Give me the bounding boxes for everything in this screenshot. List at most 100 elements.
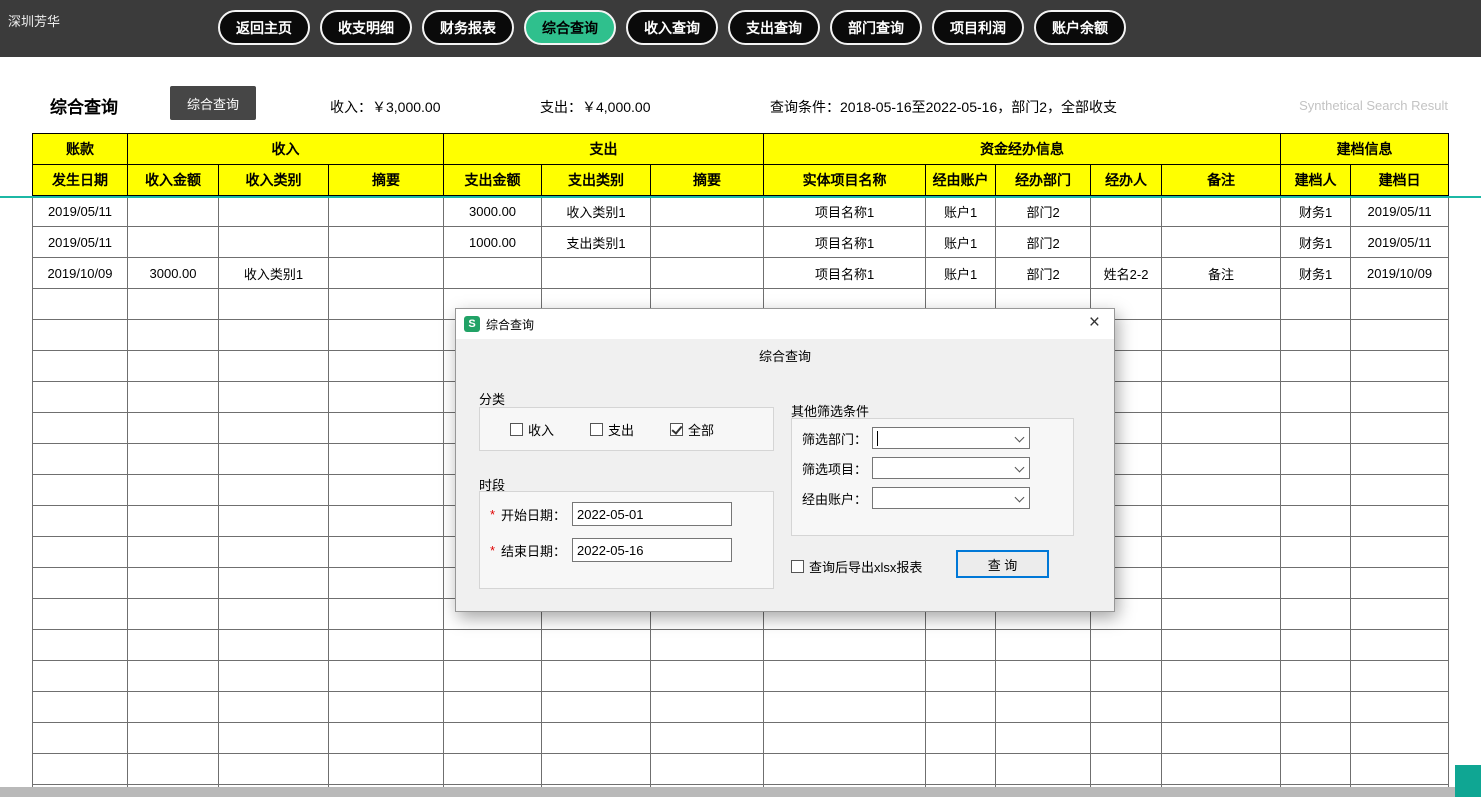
table-cell	[1280, 474, 1352, 506]
export-checkbox[interactable]: 查询后导出xlsx报表	[791, 557, 922, 576]
table-cell	[925, 753, 997, 785]
table-cell	[541, 722, 652, 754]
query-dialog: S 综合查询 × 综合查询 分类 收入支出全部 时段 *开始日期：*结束日期： …	[455, 308, 1115, 612]
table-cell	[995, 660, 1092, 692]
nav-expense-query[interactable]: 支出查询	[728, 10, 820, 45]
table-cell	[1350, 691, 1450, 723]
checkbox-icon	[590, 422, 604, 436]
table-cell	[1161, 350, 1282, 382]
filter-dept-combobox[interactable]	[872, 427, 1030, 449]
table-cell	[127, 412, 219, 444]
dialog-body: 综合查询 分类 收入支出全部 时段 *开始日期：*结束日期： 其他筛选条件 筛选…	[456, 339, 1114, 612]
close-icon[interactable]: ×	[1089, 312, 1100, 334]
table-cell	[127, 381, 219, 413]
table-cell	[443, 629, 543, 661]
spreadsheet-app-icon: S	[464, 316, 480, 332]
chevron-down-icon[interactable]	[1011, 489, 1028, 507]
table-cell	[327, 226, 445, 258]
table-row-empty[interactable]	[32, 753, 1450, 785]
info-bar: 综合查询 综合查询 收入：￥3,000.00 支出：￥4,000.00 查询条件…	[0, 57, 1481, 133]
table-cell	[218, 288, 329, 320]
table-cell: 部门2	[995, 257, 1092, 289]
table-row-empty[interactable]	[32, 660, 1450, 692]
column-header: 经由账户	[925, 164, 997, 196]
table-row[interactable]: 2019/05/11 3000.00 收入类别1 项目名称1 账户1 部门2 财务1 2019…	[32, 195, 1450, 227]
synthetic-query-button[interactable]: 综合查询	[170, 86, 256, 120]
column-header: 实体项目名称	[763, 164, 927, 196]
table-cell	[541, 629, 652, 661]
table-cell	[650, 722, 765, 754]
table-cell	[327, 350, 445, 382]
table-cell	[218, 474, 329, 506]
table-cell	[1090, 629, 1163, 661]
table-cell	[1161, 288, 1282, 320]
table-cell	[1350, 536, 1450, 568]
table-cell	[1350, 381, 1450, 413]
table-row[interactable]: 2019/10/09 3000.00 收入类别1 项目名称1 账户1 部门2 姓名2-2 备注…	[32, 257, 1450, 289]
required-asterisk: *	[490, 542, 496, 558]
table-cell	[127, 288, 219, 320]
table-cell	[541, 257, 652, 289]
bottom-scrollbar[interactable]	[0, 787, 1481, 797]
table-cell	[1350, 722, 1450, 754]
table-cell: 备注	[1161, 257, 1282, 289]
table-row-empty[interactable]	[32, 722, 1450, 754]
table-cell: 2019/05/11	[32, 195, 128, 227]
dialog-titlebar[interactable]: S 综合查询 ×	[456, 309, 1114, 339]
table-cell	[32, 350, 128, 382]
chevron-down-icon[interactable]	[1011, 459, 1028, 477]
table-cell	[127, 598, 219, 630]
table-row[interactable]: 2019/05/11 1000.00 支出类别1 项目名称1 账户1 部门2 财务1 2019…	[32, 226, 1450, 258]
table-cell: 3000.00	[443, 195, 543, 227]
table-row-empty[interactable]	[32, 629, 1450, 661]
table-cell: 项目名称1	[763, 257, 927, 289]
end-date-input[interactable]	[572, 538, 733, 562]
nav-finance-report[interactable]: 财务报表	[422, 10, 514, 45]
table-cell	[1161, 381, 1282, 413]
table-cell	[1090, 753, 1163, 785]
table-cell	[443, 257, 543, 289]
table-cell	[218, 412, 329, 444]
table-cell	[218, 350, 329, 382]
filter-project-combobox[interactable]	[872, 457, 1030, 479]
column-header: 支出金额	[443, 164, 543, 196]
table-cell	[1350, 660, 1450, 692]
chevron-down-icon[interactable]	[1011, 429, 1028, 447]
table-cell	[650, 660, 765, 692]
start-date-input[interactable]	[572, 502, 733, 526]
table-cell	[1280, 505, 1352, 537]
table-cell	[995, 722, 1092, 754]
nav-income-expense[interactable]: 收支明细	[320, 10, 412, 45]
query-submit-button[interactable]: 查 询	[956, 550, 1049, 578]
table-cell	[218, 443, 329, 475]
checkbox-income[interactable]: 收入	[510, 420, 554, 439]
export-checkbox-label: 查询后导出xlsx报表	[809, 560, 923, 575]
table-cell: 财务1	[1280, 195, 1352, 227]
table-cell	[650, 629, 765, 661]
table-row-empty[interactable]	[32, 691, 1450, 723]
nav-project-profit[interactable]: 项目利润	[932, 10, 1024, 45]
nav-home[interactable]: 返回主页	[218, 10, 310, 45]
checkbox-expense[interactable]: 支出	[590, 420, 634, 439]
table-cell	[1280, 412, 1352, 444]
nav-account-balance[interactable]: 账户余额	[1034, 10, 1126, 45]
table-cell: 部门2	[995, 195, 1092, 227]
table-cell	[1161, 443, 1282, 475]
via-account-combobox[interactable]	[872, 487, 1030, 509]
table-cell	[327, 722, 445, 754]
table-cell	[1161, 474, 1282, 506]
table-cell	[650, 753, 765, 785]
table-cell	[925, 660, 997, 692]
table-cell	[925, 629, 997, 661]
nav-synthetic-query[interactable]: 综合查询	[524, 10, 616, 45]
table-cell	[1090, 691, 1163, 723]
nav-dept-query[interactable]: 部门查询	[830, 10, 922, 45]
table-cell	[218, 753, 329, 785]
nav-income-query[interactable]: 收入查询	[626, 10, 718, 45]
column-header: 支出类别	[541, 164, 652, 196]
table-cell	[1280, 536, 1352, 568]
header-group: 建档信息	[1280, 133, 1450, 165]
checkbox-all[interactable]: 全部	[670, 420, 714, 439]
table-cell	[763, 691, 927, 723]
table-cell	[1280, 443, 1352, 475]
